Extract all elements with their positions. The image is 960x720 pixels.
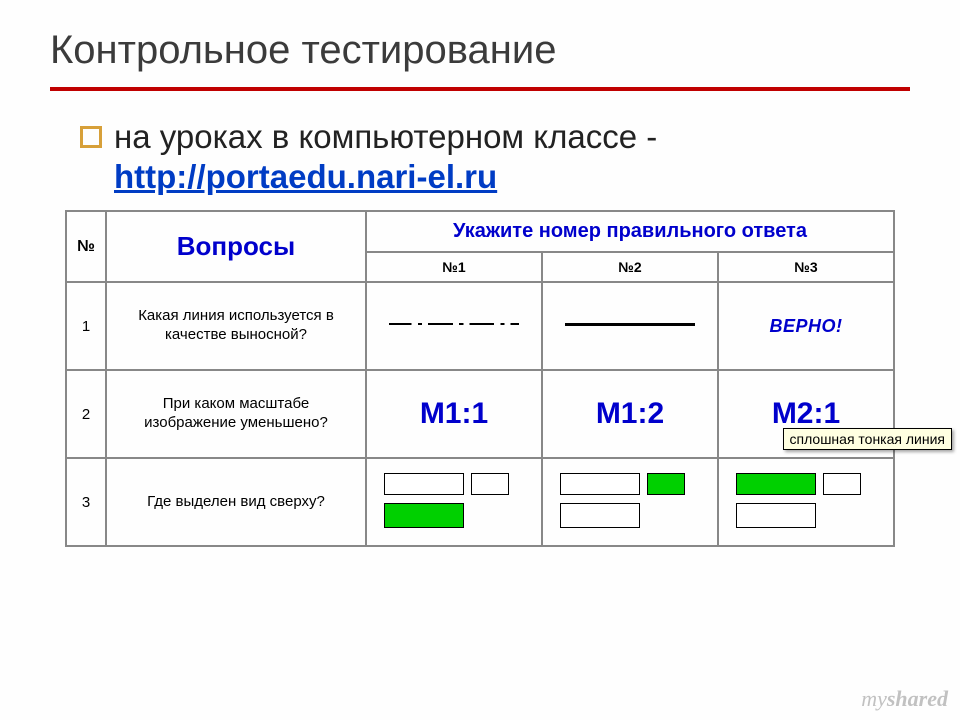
table-row: 3 Где выделен вид сверху?: [66, 458, 894, 546]
col-number-header: №: [66, 211, 106, 282]
question-text: Какая линия используется в качестве выно…: [106, 282, 366, 370]
answer-label-2: №2: [542, 252, 718, 282]
bullet-text: на уроках в компьютерном классе - http:/…: [114, 117, 657, 196]
portal-link[interactable]: http://portaedu.nari-el.ru: [114, 158, 497, 195]
answer-1-3[interactable]: ВЕРНО!: [718, 282, 894, 370]
slide-title: Контрольное тестирование: [0, 0, 960, 87]
scale-value: М1:2: [596, 397, 664, 430]
ortho-views-icon: [731, 471, 881, 533]
answer-1-1[interactable]: [366, 282, 542, 370]
table-row: 1 Какая линия используется в качестве вы…: [66, 282, 894, 370]
answer-2-2[interactable]: М1:2: [542, 370, 718, 458]
title-underline: [50, 87, 910, 91]
answer-3-3[interactable]: [718, 458, 894, 546]
ortho-views-icon: [555, 471, 705, 533]
answer-3-1[interactable]: [366, 458, 542, 546]
row-number: 3: [66, 458, 106, 546]
watermark: myshared: [861, 686, 948, 712]
square-bullet-icon: [80, 126, 102, 148]
dash-dot-line-icon: [389, 314, 519, 334]
instruction-header: Укажите номер правильного ответа: [366, 211, 894, 252]
row-number: 1: [66, 282, 106, 370]
correct-label: ВЕРНО!: [769, 316, 842, 336]
scale-value: М1:1: [420, 397, 488, 430]
tooltip: сплошная тонкая линия: [783, 428, 953, 450]
scale-value: М2:1: [772, 397, 840, 430]
answer-label-1: №1: [366, 252, 542, 282]
quiz-table: № Вопросы Укажите номер правильного отве…: [65, 210, 895, 547]
bullet-lead: на уроках в компьютерном классе -: [114, 118, 657, 155]
answer-2-1[interactable]: М1:1: [366, 370, 542, 458]
answer-1-2[interactable]: [542, 282, 718, 370]
solid-line-icon: [565, 314, 695, 334]
question-text: При каком масштабе изображение уменьшено…: [106, 370, 366, 458]
answer-label-3: №3: [718, 252, 894, 282]
answer-3-2[interactable]: [542, 458, 718, 546]
question-text: Где выделен вид сверху?: [106, 458, 366, 546]
table-row: 2 При каком масштабе изображение уменьше…: [66, 370, 894, 458]
ortho-views-icon: [379, 471, 529, 533]
bullet-item: на уроках в компьютерном классе - http:/…: [80, 117, 880, 196]
row-number: 2: [66, 370, 106, 458]
watermark-bold: shared: [887, 686, 948, 711]
watermark-plain: my: [861, 686, 887, 711]
questions-header: Вопросы: [106, 211, 366, 282]
